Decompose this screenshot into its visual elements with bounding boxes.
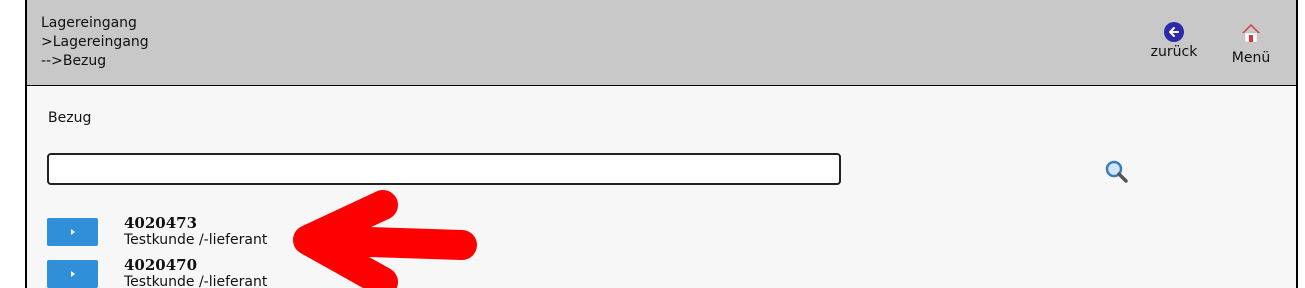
menu-button[interactable]: Menü <box>1226 22 1276 66</box>
breadcrumb: Lagereingang >Lagereingang -->Bezug <box>41 14 149 71</box>
result-id: 4020473 <box>124 214 198 232</box>
result-name: Testkunde /-lieferant <box>124 232 268 248</box>
breadcrumb-item: >Lagereingang <box>41 34 149 50</box>
breadcrumb-item: -->Bezug <box>41 53 107 69</box>
select-button[interactable] <box>47 260 98 288</box>
back-button[interactable]: zurück <box>1144 22 1204 60</box>
home-icon <box>1242 24 1260 43</box>
select-button[interactable] <box>47 218 98 246</box>
list-item: 4020473 Testkunde /-lieferant <box>47 214 647 258</box>
back-label: zurück <box>1150 44 1198 60</box>
result-name: Testkunde /-lieferant <box>124 274 268 288</box>
main-content: Bezug 4020473 Testkunde /-lieferant 4020… <box>27 86 1296 288</box>
section-title: Bezug <box>48 110 92 126</box>
search-input[interactable] <box>47 153 841 185</box>
list-item: 4020470 Testkunde /-lieferant <box>47 256 647 288</box>
menu-label: Menü <box>1231 50 1271 66</box>
search-icon[interactable] <box>1103 158 1129 184</box>
result-id: 4020470 <box>124 256 198 274</box>
play-icon <box>70 271 75 277</box>
app-frame: Lagereingang >Lagereingang -->Bezug zurü… <box>25 0 1298 288</box>
play-icon <box>70 229 75 235</box>
arrow-left-icon <box>1164 22 1184 42</box>
header-bar: Lagereingang >Lagereingang -->Bezug zurü… <box>27 0 1296 86</box>
breadcrumb-item: Lagereingang <box>41 15 137 31</box>
